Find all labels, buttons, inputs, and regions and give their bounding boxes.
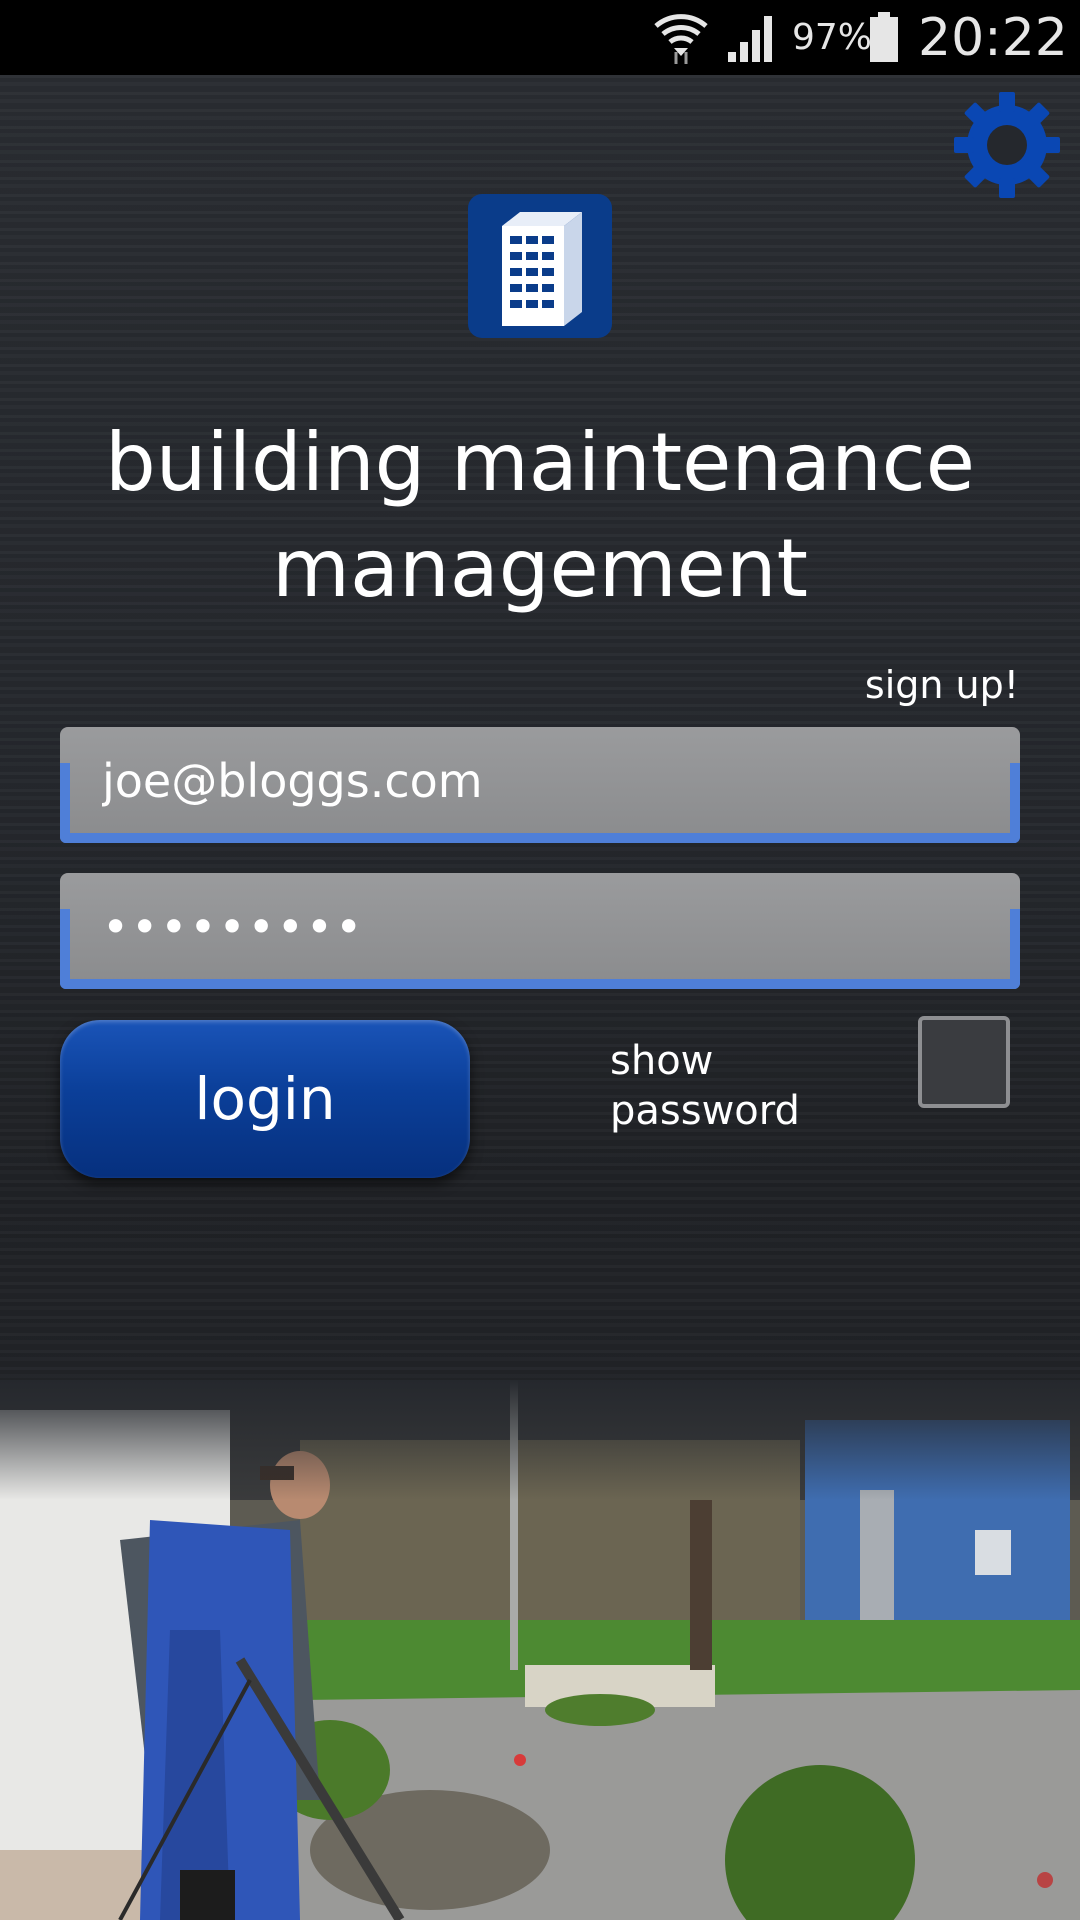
gear-icon[interactable] — [952, 90, 1062, 200]
app-title: building maintenance management — [105, 416, 975, 615]
clock: 20:22 — [918, 8, 1068, 68]
email-input[interactable] — [102, 739, 982, 823]
background-photo — [0, 1380, 1080, 1920]
signup-link[interactable]: sign up! — [865, 660, 1019, 710]
status-bar: 97% 20:22 — [0, 0, 1080, 75]
password-input[interactable] — [102, 885, 982, 969]
photo-fade — [0, 1380, 1080, 1500]
show-password-label: show password — [610, 1038, 800, 1134]
show-password-checkbox[interactable] — [918, 1016, 1010, 1108]
battery-icon — [870, 12, 898, 62]
building-icon — [468, 194, 612, 338]
email-field[interactable] — [60, 727, 1020, 843]
signal-icon — [728, 16, 772, 62]
wifi-icon — [654, 14, 708, 64]
login-button[interactable]: login — [60, 1020, 470, 1178]
password-field[interactable] — [60, 873, 1020, 989]
battery-percent: 97% — [792, 17, 873, 58]
